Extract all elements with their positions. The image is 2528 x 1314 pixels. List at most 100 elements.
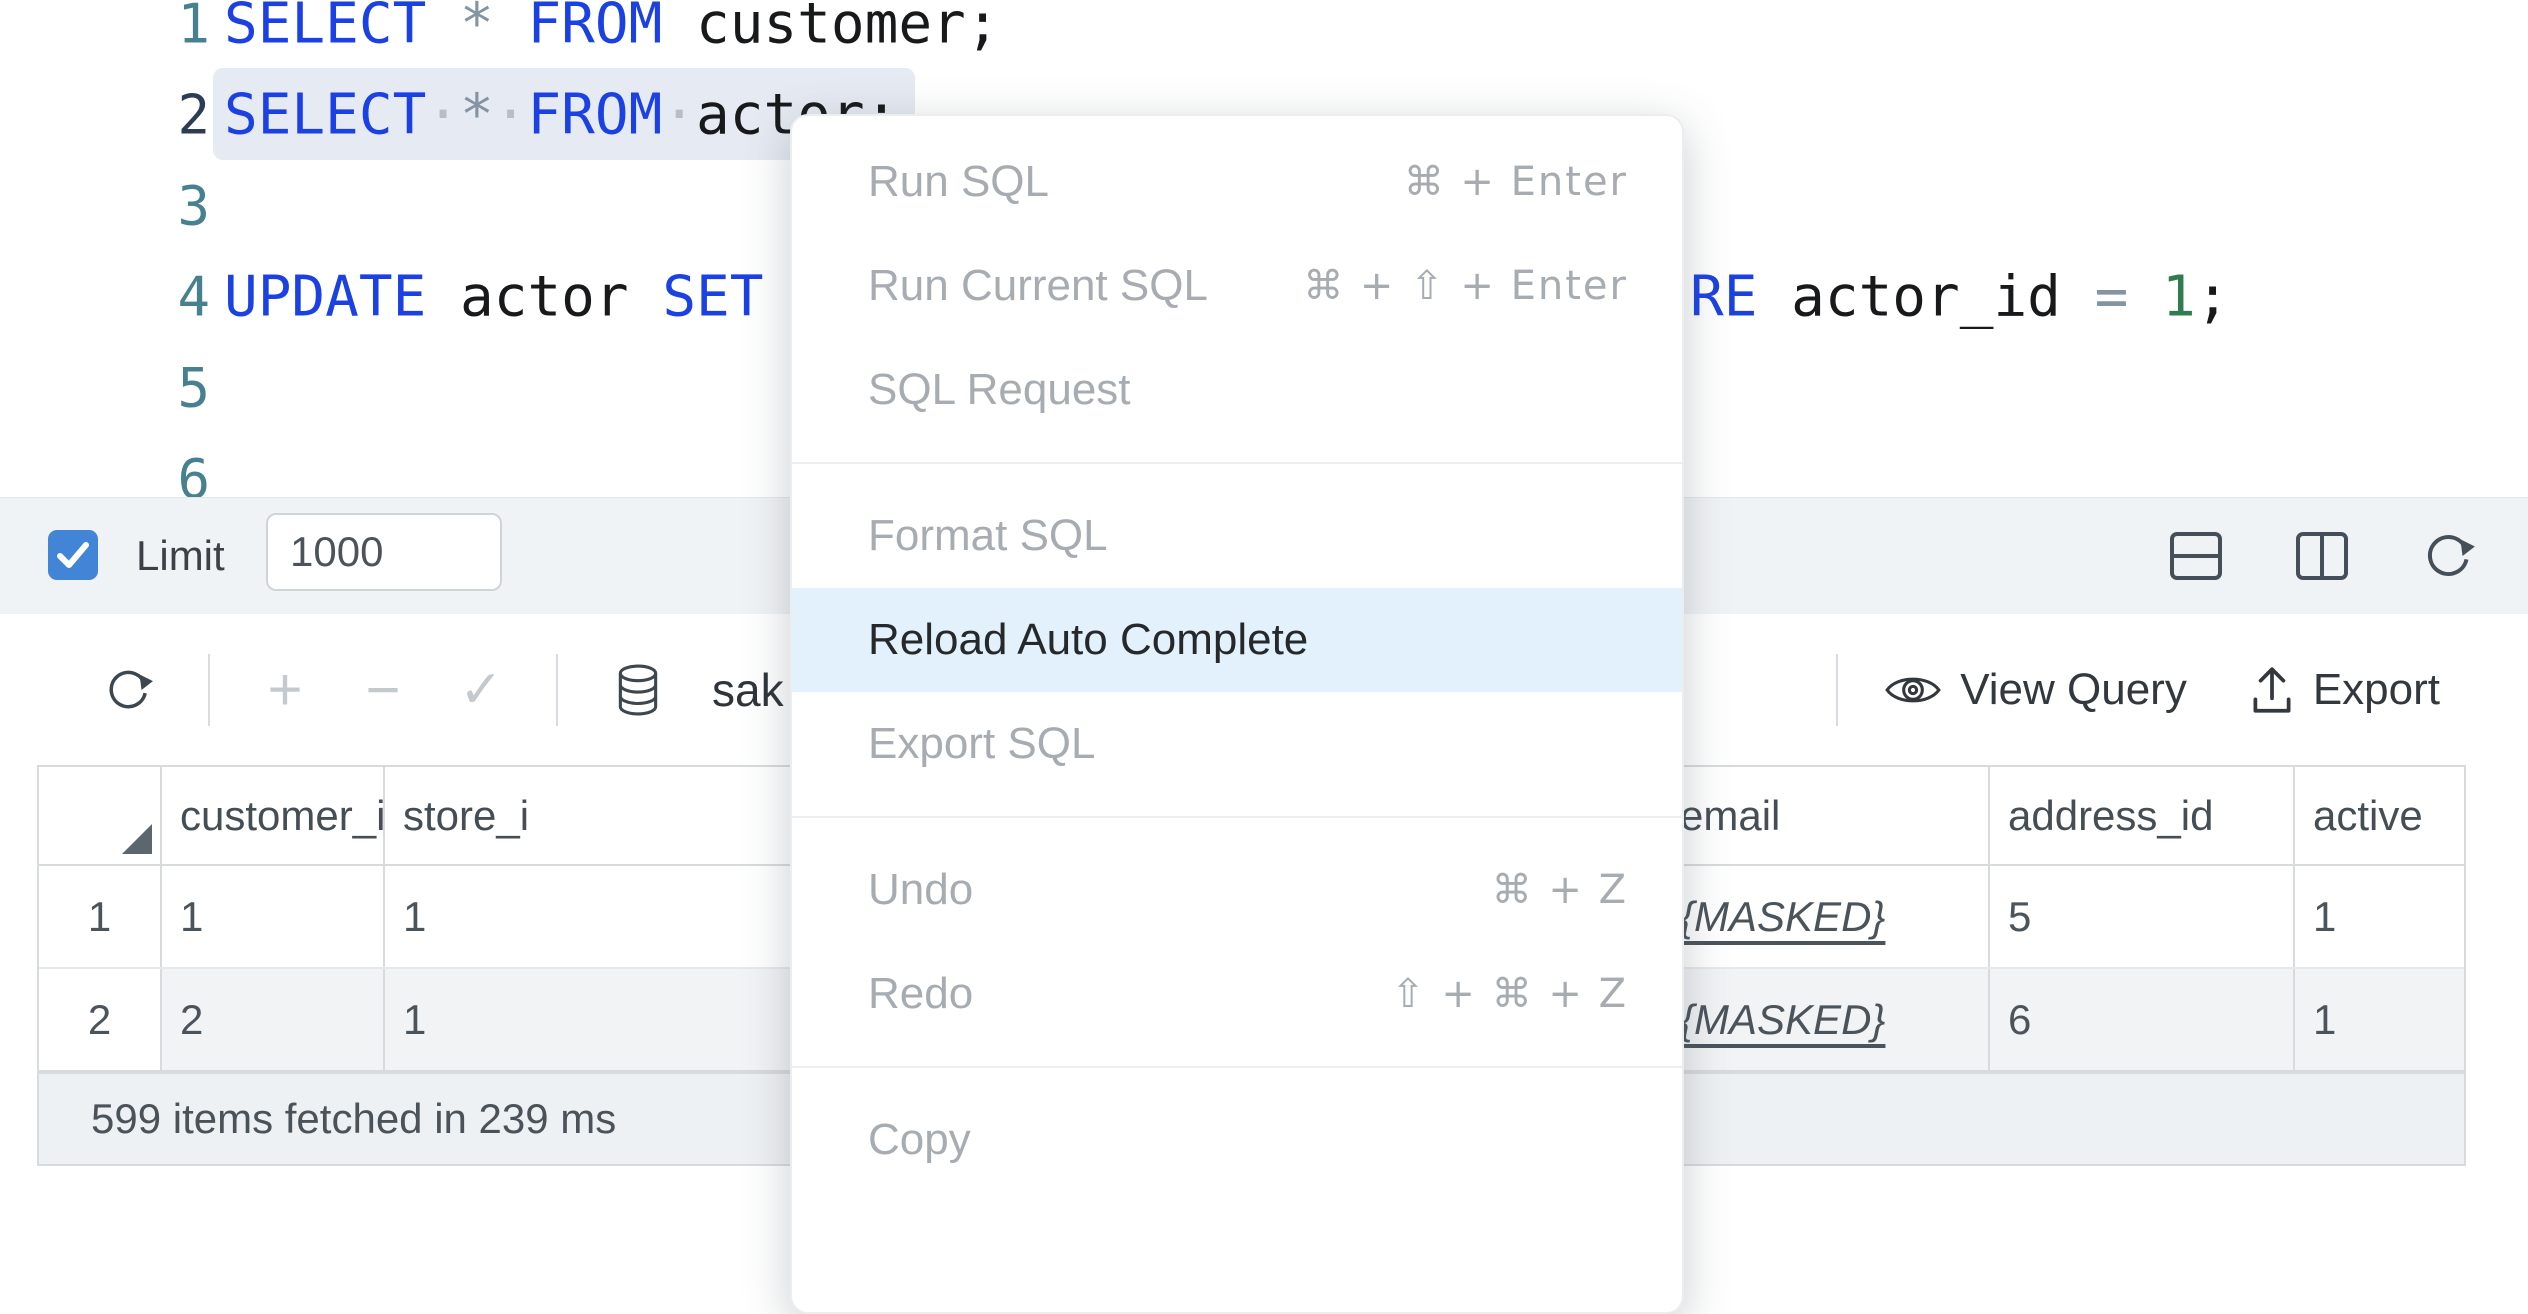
- code-token: FROM: [527, 82, 662, 147]
- table-cell[interactable]: {MASKED}: [1662, 969, 1990, 1070]
- menu-item-undo[interactable]: Undo ⌘ + Z: [792, 838, 1682, 942]
- menu-item-reload-auto-complete[interactable]: Reload Auto Complete: [792, 588, 1682, 692]
- menu-item-label: Redo: [868, 969, 973, 1019]
- menu-item-run-sql[interactable]: Run SQL ⌘ + Enter: [792, 130, 1682, 234]
- apply-changes-button[interactable]: ✓: [458, 660, 504, 720]
- toolbar-divider: [208, 654, 210, 726]
- menu-item-shortcut: ⇧ + ⌘ + Z: [1391, 971, 1628, 1017]
- menu-item-copy[interactable]: Copy: [792, 1088, 1682, 1192]
- menu-divider: [792, 462, 1682, 464]
- export-label: Export: [2313, 665, 2440, 715]
- add-row-button[interactable]: +: [262, 655, 308, 724]
- table-cell[interactable]: 6: [1990, 969, 2295, 1070]
- menu-item-label: Format SQL: [868, 511, 1108, 561]
- code-text: UPDATE actor SET: [224, 264, 763, 329]
- menu-item-label: Undo: [868, 865, 973, 915]
- line-number: 1: [0, 0, 210, 55]
- code-token: actor: [426, 264, 662, 329]
- menu-divider: [792, 1066, 1682, 1068]
- code-token: =: [2095, 264, 2129, 329]
- code-token: RE: [1690, 264, 1757, 329]
- code-token: [494, 0, 528, 56]
- menu-item-label: Reload Auto Complete: [868, 615, 1308, 665]
- menu-item-label: Run Current SQL: [868, 261, 1208, 311]
- code-token: ·: [662, 82, 696, 147]
- split-vertical-icon: [2294, 530, 2350, 582]
- column-header-address_id[interactable]: address_id: [1990, 767, 2295, 866]
- menu-item-label: Export SQL: [868, 719, 1095, 769]
- code-token: ·: [494, 82, 528, 147]
- menu-item-label: Copy: [868, 1115, 971, 1165]
- limit-input[interactable]: [266, 513, 502, 591]
- refresh-results-button[interactable]: [100, 662, 156, 718]
- code-token: actor_id: [1757, 264, 2094, 329]
- limit-checkbox[interactable]: [48, 530, 98, 580]
- table-cell[interactable]: 1: [2295, 866, 2464, 967]
- view-query-label: View Query: [1960, 665, 2187, 715]
- toolbar-divider: [1836, 654, 1838, 726]
- split-horizontal-button[interactable]: [2168, 528, 2224, 584]
- status-text: 599 items fetched in 239 ms: [91, 1095, 616, 1143]
- line-number: 4: [0, 265, 210, 328]
- refresh-icon: [2420, 528, 2476, 584]
- export-button[interactable]: Export: [2249, 663, 2440, 717]
- context-menu: Run SQL ⌘ + Enter Run Current SQL ⌘ + ⇧ + E…: [790, 114, 1684, 1314]
- refresh-editor-button[interactable]: [2420, 528, 2476, 584]
- code-line[interactable]: 1 SELECT * FROM customer;: [0, 0, 2528, 69]
- database-icon: [615, 663, 661, 717]
- refresh-icon: [102, 664, 154, 716]
- line-number: 5: [0, 356, 210, 419]
- menu-item-sql-request[interactable]: SQL Request: [792, 338, 1682, 442]
- menu-item-label: SQL Request: [868, 365, 1131, 415]
- table-cell[interactable]: 1: [162, 866, 385, 967]
- code-token: *: [460, 82, 494, 147]
- code-token: customer;: [662, 0, 999, 56]
- check-icon: [49, 531, 97, 579]
- row-index-cell[interactable]: 1: [39, 866, 162, 967]
- code-token: *: [460, 0, 494, 56]
- line-number: 2: [0, 83, 210, 146]
- line-number: 3: [0, 174, 210, 237]
- view-query-button[interactable]: View Query: [1884, 665, 2187, 715]
- database-name-label[interactable]: sak: [712, 663, 784, 717]
- menu-divider: [792, 816, 1682, 818]
- code-token: SET: [662, 264, 763, 329]
- code-token: SELECT: [224, 0, 426, 56]
- eye-icon: [1884, 671, 1942, 709]
- column-header-email[interactable]: email: [1662, 767, 1990, 866]
- menu-item-label: Run SQL: [868, 157, 1049, 207]
- code-token: 1: [2162, 264, 2196, 329]
- code-token: ·: [426, 82, 460, 147]
- code-text-tail: RE actor_id = 1;: [1690, 264, 2229, 329]
- menu-item-run-current-sql[interactable]: Run Current SQL ⌘ + ⇧ + Enter: [792, 234, 1682, 338]
- database-selector[interactable]: [610, 662, 666, 718]
- table-cell[interactable]: 1: [2295, 969, 2464, 1070]
- split-horizontal-icon: [2168, 530, 2224, 582]
- column-header-customer_id[interactable]: customer_id: [162, 767, 385, 866]
- toolbar-divider: [556, 654, 558, 726]
- table-cell[interactable]: 2: [162, 969, 385, 1070]
- export-upload-icon: [2249, 663, 2295, 717]
- menu-item-export-sql[interactable]: Export SQL: [792, 692, 1682, 796]
- code-text: SELECT * FROM customer;: [224, 0, 999, 56]
- code-token: UPDATE: [224, 264, 426, 329]
- code-token: FROM: [527, 0, 662, 56]
- row-index-cell[interactable]: 2: [39, 969, 162, 1070]
- line-number: 6: [0, 447, 210, 497]
- code-token: [2128, 264, 2162, 329]
- menu-item-shortcut: ⌘ + Enter: [1404, 159, 1628, 205]
- menu-item-shortcut: ⌘ + ⇧ + Enter: [1303, 263, 1628, 309]
- code-token: ;: [2196, 264, 2230, 329]
- menu-item-redo[interactable]: Redo ⇧ + ⌘ + Z: [792, 942, 1682, 1046]
- menu-item-format-sql[interactable]: Format SQL: [792, 484, 1682, 588]
- table-cell[interactable]: {MASKED}: [1662, 866, 1990, 967]
- code-token: [426, 0, 460, 56]
- split-vertical-button[interactable]: [2294, 528, 2350, 584]
- table-cell[interactable]: 5: [1990, 866, 2295, 967]
- select-all-header-cell[interactable]: [39, 767, 162, 866]
- delete-row-button[interactable]: −: [360, 655, 406, 724]
- sort-corner-icon: [122, 824, 152, 854]
- menu-item-shortcut: ⌘ + Z: [1492, 867, 1628, 913]
- column-header-active[interactable]: active: [2295, 767, 2464, 866]
- code-token: SELECT: [224, 82, 426, 147]
